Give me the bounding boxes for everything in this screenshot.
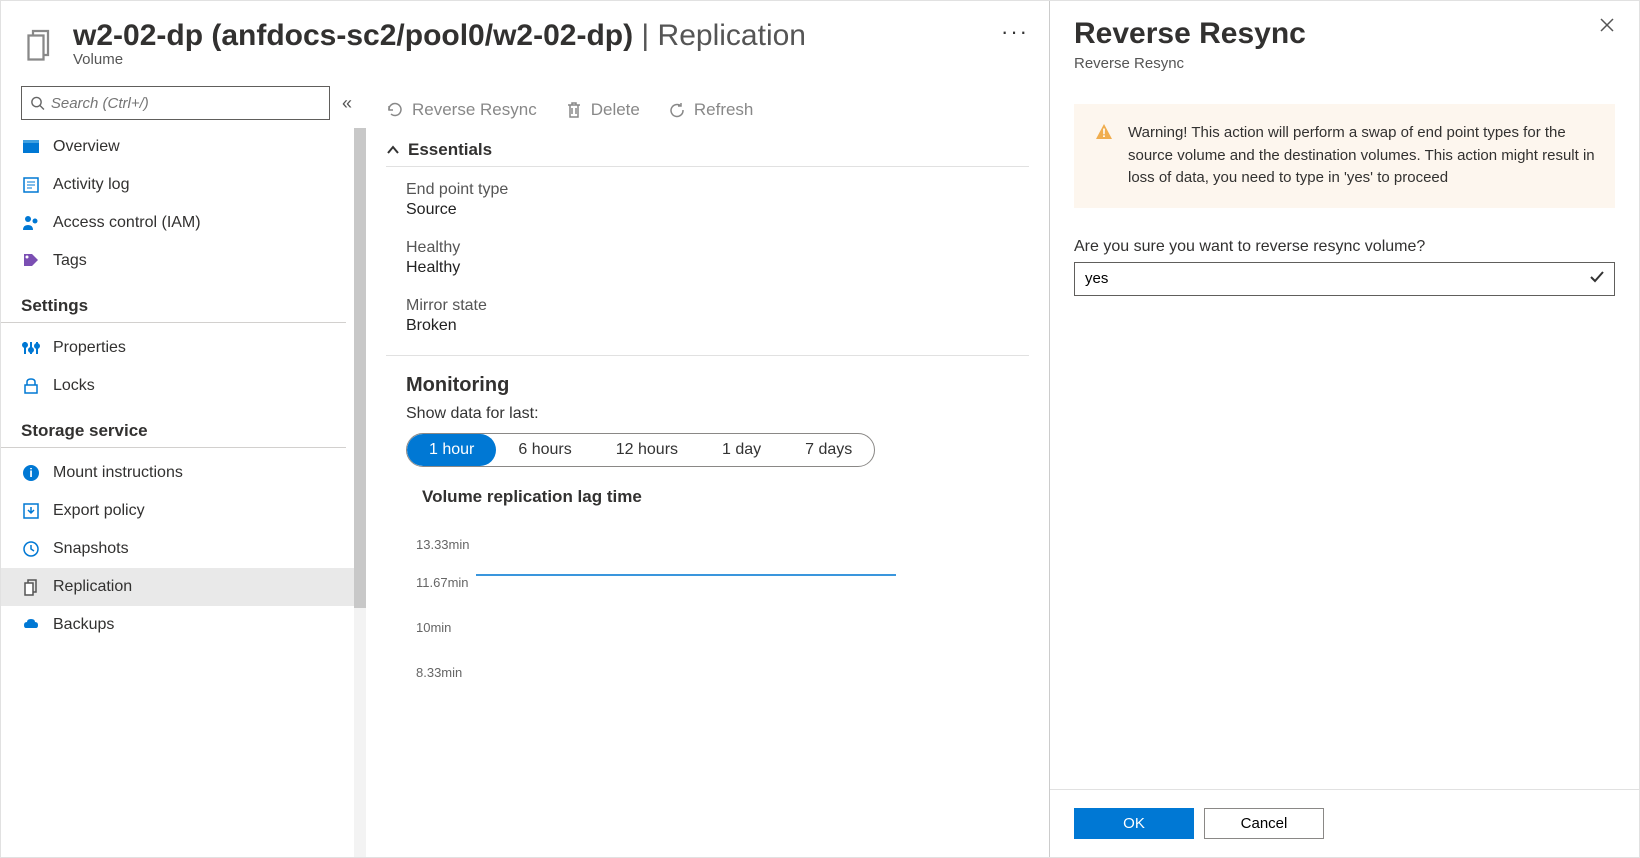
confirm-input[interactable] [1074,262,1615,296]
cancel-button[interactable]: Cancel [1204,808,1324,839]
search-input-container[interactable] [21,86,330,120]
chart-title: Volume replication lag time [422,487,1009,507]
delete-button[interactable]: Delete [565,100,640,120]
backups-icon [21,615,41,635]
confirm-label: Are you sure you want to reverse resync … [1050,238,1639,262]
toolbar-label: Refresh [694,100,754,120]
field-endpoint-type: End point type Source [406,181,1009,219]
sidebar-item-label: Activity log [53,176,129,194]
sidebar-item-label: Tags [53,252,87,270]
monitoring-show-label: Show data for last: [366,405,1049,433]
sidebar-item-tags[interactable]: Tags [1,242,366,280]
field-label: Mirror state [406,297,1009,315]
section-settings: Settings [1,280,346,323]
chevron-up-icon [386,143,400,157]
lock-icon [21,376,41,396]
sidebar: Overview Activity log Access control (IA… [1,128,366,644]
iam-icon [21,213,41,233]
more-actions-button[interactable]: ··· [1001,19,1039,45]
properties-icon [21,338,41,358]
activity-log-icon [21,175,41,195]
pill-12hours[interactable]: 12 hours [594,434,700,466]
refresh-icon [668,101,686,119]
sidebar-item-properties[interactable]: Properties [1,329,366,367]
svg-text:!: ! [1102,126,1106,140]
collapse-sidebar-button[interactable]: « [338,89,356,118]
sidebar-item-label: Snapshots [53,540,129,558]
search-input[interactable] [51,95,321,112]
sidebar-item-label: Properties [53,339,126,357]
essentials-toggle[interactable]: Essentials [386,134,1029,167]
ytick: 11.67min [416,575,469,590]
page-title: w2-02-dp (anfdocs-sc2/pool0/w2-02-dp) | … [73,19,1001,53]
sidebar-scrollbar[interactable] [354,128,366,857]
pill-6hours[interactable]: 6 hours [496,434,593,466]
page-subtitle: Volume [73,51,1001,68]
ytick: 13.33min [416,537,469,552]
sidebar-item-label: Locks [53,377,95,395]
toolbar: Reverse Resync Delete Refresh [366,86,1049,134]
field-mirror-state: Mirror state Broken [406,297,1009,335]
overview-icon [21,137,41,157]
reverse-resync-button[interactable]: Reverse Resync [386,100,537,120]
dialog-close-button[interactable] [1599,17,1615,51]
ytick: 8.33min [416,665,462,680]
monitoring-title: Monitoring [366,374,1049,405]
chart-line [476,574,896,576]
sidebar-item-backups[interactable]: Backups [1,606,366,644]
sidebar-item-iam[interactable]: Access control (IAM) [1,204,366,242]
toolbar-label: Reverse Resync [412,100,537,120]
sidebar-item-label: Backups [53,616,114,634]
field-label: End point type [406,181,1009,199]
sidebar-item-label: Overview [53,138,120,156]
sidebar-item-overview[interactable]: Overview [1,128,366,166]
section-storage: Storage service [1,405,346,448]
sidebar-item-snapshots[interactable]: Snapshots [1,530,366,568]
reverse-resync-dialog: Reverse Resync Reverse Resync ! Warning!… [1049,1,1639,857]
essentials-label: Essentials [408,140,492,160]
search-icon [30,95,45,111]
close-icon [1599,17,1615,33]
ok-button[interactable]: OK [1074,808,1194,839]
sidebar-item-replication[interactable]: Replication [1,568,366,606]
dialog-title: Reverse Resync [1074,17,1306,51]
field-label: Healthy [406,239,1009,257]
warning-text: Warning! This action will perform a swap… [1128,122,1595,190]
pill-7days[interactable]: 7 days [783,434,874,466]
pill-1hour[interactable]: 1 hour [407,434,496,466]
volume-icon [21,25,57,64]
tags-icon [21,251,41,271]
time-range-pills: 1 hour 6 hours 12 hours 1 day 7 days [406,433,875,467]
sidebar-item-export[interactable]: Export policy [1,492,366,530]
svg-text:i: i [29,466,32,480]
toolbar-label: Delete [591,100,640,120]
field-value: Healthy [406,259,1009,277]
ytick: 10min [416,620,451,635]
sidebar-item-activity-log[interactable]: Activity log [1,166,366,204]
reverse-resync-icon [386,101,404,119]
field-healthy: Healthy Healthy [406,239,1009,277]
check-icon [1589,269,1605,290]
field-value: Broken [406,317,1009,335]
sidebar-item-label: Export policy [53,502,145,520]
sidebar-item-locks[interactable]: Locks [1,367,366,405]
export-policy-icon [21,501,41,521]
sidebar-item-label: Mount instructions [53,464,183,482]
refresh-button[interactable]: Refresh [668,100,754,120]
sidebar-item-mount[interactable]: i Mount instructions [1,454,366,492]
dialog-subtitle: Reverse Resync [1050,51,1639,104]
delete-icon [565,101,583,119]
replication-icon [21,577,41,597]
chart-container: Volume replication lag time 13.33min 11.… [406,487,1009,697]
snapshots-icon [21,539,41,559]
sidebar-item-label: Access control (IAM) [53,214,201,232]
field-value: Source [406,201,1009,219]
sidebar-item-label: Replication [53,578,132,596]
warning-box: ! Warning! This action will perform a sw… [1074,104,1615,208]
info-icon: i [21,463,41,483]
pill-1day[interactable]: 1 day [700,434,783,466]
warning-icon: ! [1094,122,1114,190]
